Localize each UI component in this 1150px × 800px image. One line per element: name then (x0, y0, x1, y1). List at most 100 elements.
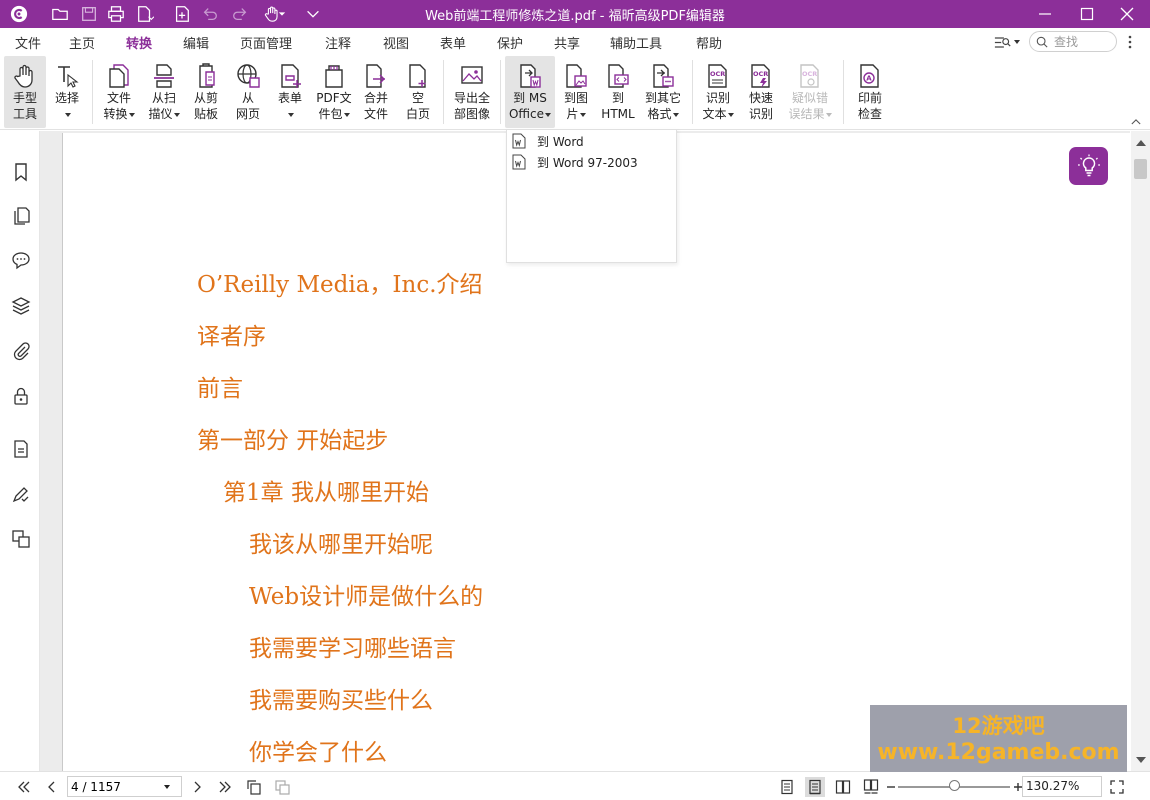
toc-entry[interactable]: 第1章 我从哪里开始 (223, 473, 429, 507)
to-ms-office-button[interactable]: 到 MS Office (505, 56, 555, 128)
from-web-button[interactable]: 从 网页 (230, 56, 266, 128)
menu-protect[interactable]: 保护 (497, 33, 523, 52)
print-icon[interactable] (106, 4, 126, 24)
toc-entry[interactable]: 前言 (197, 369, 243, 403)
menu-form[interactable]: 表单 (440, 33, 466, 52)
search-input[interactable] (1054, 34, 1114, 49)
file-convert-button[interactable]: 文件 转换 (98, 56, 140, 128)
single-page-view-icon[interactable] (777, 777, 797, 797)
preflight-button[interactable]: A 印前 检查 (851, 56, 889, 128)
collapse-ribbon-icon[interactable] (1131, 114, 1143, 125)
next-view-icon[interactable] (272, 777, 292, 797)
menu-edit[interactable]: 编辑 (183, 33, 209, 52)
close-button[interactable] (1104, 0, 1150, 28)
menu-item-to-word[interactable]: 到 Word (511, 130, 673, 152)
to-image-button[interactable]: 到图 片 (558, 56, 594, 128)
clipboard-icon (193, 62, 219, 90)
to-other-formats-button[interactable]: 到其它 格式 (640, 56, 686, 128)
form-button[interactable]: 表单 (272, 56, 308, 128)
lightbulb-icon (1077, 154, 1100, 177)
menu-help[interactable]: 帮助 (696, 33, 722, 52)
package-icon (321, 62, 347, 90)
hand-tool-button[interactable]: 手型 工具 (4, 56, 46, 128)
ribbon-separator (692, 60, 693, 124)
toc-entry[interactable]: 我需要学习哪些语言 (249, 629, 456, 663)
previous-view-icon[interactable] (244, 777, 264, 797)
menu-share[interactable]: 共享 (554, 33, 580, 52)
menu-convert[interactable]: 转换 (123, 33, 155, 57)
menu-home[interactable]: 主页 (69, 33, 95, 52)
new-document-dropdown-icon[interactable] (135, 4, 155, 24)
security-lock-icon[interactable] (10, 385, 32, 407)
page-number-field[interactable] (67, 776, 182, 797)
toc-entry[interactable]: 译者序 (197, 317, 266, 351)
add-page-icon[interactable] (172, 4, 192, 24)
ribbon-toolbar: 手型 工具 选择 文件 转换 从扫 描仪 从剪 贴板 从 网页 表单 PDF文 … (0, 54, 1150, 130)
search-box[interactable] (1029, 31, 1117, 52)
toc-entry[interactable]: 我该从哪里开始呢 (249, 525, 433, 559)
toc-entry[interactable]: Web设计师是做什么的 (249, 577, 483, 611)
form-icon (277, 62, 303, 90)
compare-pages-icon[interactable] (10, 528, 32, 550)
quick-ocr-button[interactable]: OCR 快速 识别 (742, 56, 780, 128)
bookmark-icon[interactable] (10, 161, 32, 183)
content-panel-icon[interactable] (10, 438, 32, 460)
continuous-view-icon[interactable] (805, 777, 825, 797)
to-html-button[interactable]: 到 HTML (599, 56, 637, 128)
save-icon[interactable] (79, 4, 99, 24)
page-number-input[interactable] (71, 779, 163, 794)
ocr-icon: OCR (705, 62, 731, 90)
zoom-level-value: 130.27% (1026, 779, 1080, 793)
app-logo-icon[interactable] (9, 4, 29, 24)
layers-icon[interactable] (10, 295, 32, 317)
menu-page-management[interactable]: 页面管理 (240, 33, 292, 52)
scroll-up-icon[interactable] (1136, 140, 1146, 146)
more-options-icon[interactable] (1128, 34, 1138, 50)
signature-icon[interactable] (10, 483, 32, 505)
undo-icon[interactable] (200, 4, 220, 24)
toc-entry[interactable]: 我需要购买些什么 (249, 681, 433, 715)
first-page-icon[interactable] (14, 777, 34, 797)
facing-view-icon[interactable] (833, 777, 853, 797)
menu-file[interactable]: 文件 (15, 33, 41, 52)
menu-accessibility[interactable]: 辅助工具 (610, 33, 662, 52)
pdf-package-button[interactable]: PDF文 件包 (313, 56, 355, 128)
toc-entry[interactable]: 第一部分 开始起步 (197, 421, 388, 455)
zoom-slider-handle[interactable] (948, 780, 960, 791)
export-all-images-button[interactable]: 导出全 部图像 (449, 56, 495, 128)
toc-entry[interactable]: 你学会了什么 (249, 733, 387, 767)
comments-icon[interactable] (10, 249, 32, 271)
chevron-down-icon[interactable] (276, 4, 288, 24)
blank-page-button[interactable]: 空 白页 (400, 56, 436, 128)
from-scanner-button[interactable]: 从扫 描仪 (143, 56, 185, 128)
fullscreen-icon[interactable] (1107, 777, 1127, 797)
select-tool-button[interactable]: 选择 (50, 56, 84, 128)
redo-icon[interactable] (230, 4, 250, 24)
merge-icon (363, 62, 389, 90)
tips-lightbulb-button[interactable] (1069, 147, 1108, 185)
merge-files-button[interactable]: 合并 文件 (358, 56, 394, 128)
page-thumbnails-icon[interactable] (10, 205, 32, 227)
zoom-level-field[interactable]: 130.27% (1022, 776, 1102, 797)
document-icon (106, 62, 132, 90)
last-page-icon[interactable] (215, 777, 235, 797)
ocr-text-button[interactable]: OCR 识别 文本 (698, 56, 738, 128)
previous-page-icon[interactable] (42, 777, 62, 797)
continuous-facing-view-icon[interactable] (861, 777, 881, 797)
search-options-icon[interactable] (994, 34, 1022, 50)
scroll-down-icon[interactable] (1136, 757, 1146, 763)
page-dropdown-icon[interactable] (164, 784, 170, 789)
globe-icon (235, 62, 261, 90)
menu-item-to-word-97-2003[interactable]: 到 Word 97-2003 (511, 151, 673, 173)
next-page-icon[interactable] (187, 777, 207, 797)
menu-view[interactable]: 视图 (383, 33, 409, 52)
vertical-scrollbar[interactable] (1131, 131, 1150, 771)
toc-entry[interactable]: O’Reilly Media，Inc.介绍 (197, 265, 483, 299)
from-clipboard-button[interactable]: 从剪 贴板 (188, 56, 224, 128)
scrollbar-thumb[interactable] (1134, 159, 1147, 179)
open-folder-icon[interactable] (50, 4, 70, 24)
attachment-icon[interactable] (10, 340, 32, 362)
suspect-results-button[interactable]: OCR 疑似错 误结果 (785, 56, 835, 128)
menu-comment[interactable]: 注释 (325, 33, 351, 52)
minimize-button[interactable] (1022, 0, 1068, 28)
